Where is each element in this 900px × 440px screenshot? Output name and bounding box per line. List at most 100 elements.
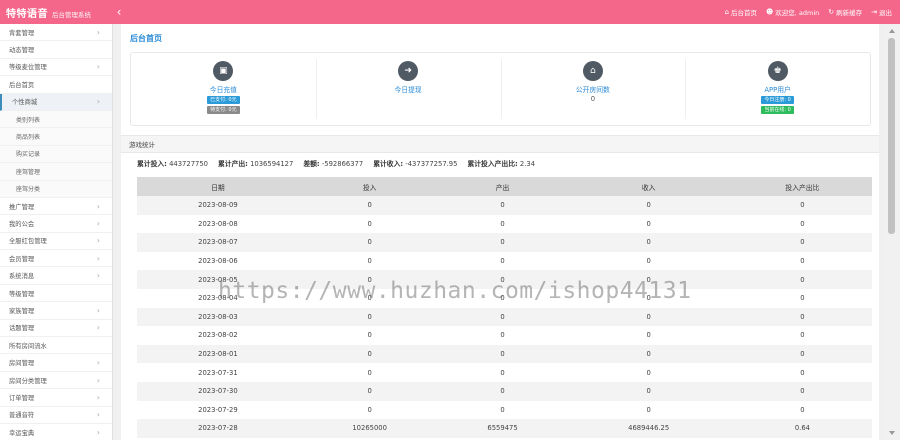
withdraw-icon: ➜ <box>398 61 419 81</box>
sidebar-subitem-vehicle-categories[interactable]: 座驾分类 <box>0 180 112 198</box>
user-icon: ♚ <box>767 61 788 81</box>
chevron-right-icon: › <box>96 375 100 385</box>
sidebar-item-promotion[interactable]: 推广管理 › <box>0 198 112 216</box>
sidebar-item-label: 我的公会 <box>9 220 35 228</box>
logout-link[interactable]: ⇥ 退出 <box>871 7 892 17</box>
sidebar-item-room-categories[interactable]: 房间分类管理 › <box>0 372 112 390</box>
sidebar-item-notes[interactable]: 普通音符 › <box>0 407 112 424</box>
refresh-cache-link[interactable]: ↻ 刷新缓存 <box>828 7 862 17</box>
logout-icon: ⇥ <box>871 8 877 16</box>
sidebar-item-label: 类别列表 <box>16 116 41 124</box>
sidebar-item-room-flows[interactable]: 所有房间流水 <box>0 337 112 355</box>
unpaid-badge: 待支付: 0元 <box>207 106 240 114</box>
table-row: 2023-08-03 0 0 0 0 <box>137 307 872 327</box>
user-link[interactable]: ☻ 欢迎您, admin <box>766 7 819 17</box>
brand[interactable]: 特特语音 后台管理系统 <box>0 5 112 20</box>
sidebar-item-label: 订单管理 <box>9 394 35 402</box>
chevron-right-icon: › <box>96 97 100 107</box>
sidebar-item-red-packets[interactable]: 全服红包管理 › <box>0 233 112 251</box>
sidebar-item-family[interactable]: 家族管理 › <box>0 302 112 320</box>
summary-total-income: 累计收入: -437377257.95 <box>373 160 458 168</box>
sidebar-item-label: 后台首页 <box>9 81 35 89</box>
sidebar-item-label: 家族管理 <box>9 307 35 315</box>
sidebar-item-guild[interactable]: 我的公会 › <box>0 215 112 233</box>
sidebar-item-mic-levels[interactable]: 等级麦位管理 › <box>0 59 112 77</box>
sidebar-item-dashboard[interactable]: 后台首页 <box>0 76 112 94</box>
page-scrollbar[interactable] <box>884 24 900 440</box>
table-row: 2023-08-02 0 0 0 0 <box>137 326 872 345</box>
online-now-badge: 当前在线: 0 <box>761 106 794 114</box>
col-output[interactable]: 产出 <box>440 177 565 196</box>
stat-card-public-rooms[interactable]: ⌂ 公开房间数 0 <box>500 53 686 125</box>
sidebar-subitem-vehicles[interactable]: 座驾管理 <box>0 163 112 181</box>
brand-name: 特特语音 <box>6 8 48 20</box>
chevron-right-icon: › <box>96 271 100 281</box>
logout-link-label: 退出 <box>879 9 892 17</box>
sidebar-subitem-categories[interactable]: 类别列表 <box>0 110 112 129</box>
sidebar-item-background-mgmt[interactable]: 背套管理 › <box>0 24 112 42</box>
chevron-right-icon: › <box>96 358 100 368</box>
sidebar-item-label: 座驾管理 <box>16 168 41 176</box>
stats-panel: ▣ 今日充值 已支付: 0元 待支付: 0元 ➜ 今日提现 ⌂ 公开房间数 0 … <box>130 52 871 126</box>
registered-today-badge: 今日注册: 0 <box>761 96 794 104</box>
table-row: 2023-08-05 0 0 0 0 <box>137 270 872 289</box>
col-income[interactable]: 收入 <box>564 177 733 196</box>
table-row: 2023-07-31 0 0 0 0 <box>137 363 872 382</box>
stat-card-today-recharge[interactable]: ▣ 今日充值 已支付: 0元 待支付: 0元 <box>131 53 316 125</box>
sidebar-item-label: 全服红包管理 <box>9 238 47 246</box>
col-date[interactable]: 日期 <box>137 177 299 196</box>
sidebar-item-levels[interactable]: 等级管理 <box>0 285 112 303</box>
table-row: 2023-08-09 0 0 0 0 <box>137 196 872 215</box>
chevron-right-icon: › <box>96 410 100 420</box>
stat-label: APP用户 <box>764 86 791 94</box>
sidebar-item-lucky[interactable]: 幸运宝典 › <box>0 424 112 440</box>
col-input[interactable]: 投入 <box>298 177 441 196</box>
paid-badge: 已支付: 0元 <box>207 96 240 104</box>
sidebar-item-system-messages[interactable]: 系统消息 › <box>0 267 112 285</box>
sidebar-item-label: 等级管理 <box>9 290 35 298</box>
sidebar-subitem-products[interactable]: 商品列表 <box>0 128 112 146</box>
scroll-down-icon[interactable] <box>889 431 895 435</box>
scrollbar-thumb[interactable] <box>888 38 895 234</box>
chevron-left-icon[interactable]: ‹ <box>112 5 126 19</box>
sidebar-item-label: 所有房间流水 <box>9 342 47 350</box>
stat-label: 今日提现 <box>394 86 422 94</box>
table-row: 2023-08-04 0 0 0 0 <box>137 288 872 308</box>
sidebar-item-label: 房间管理 <box>9 360 35 368</box>
chevron-right-icon: › <box>96 427 100 437</box>
summary-difference: 差额: -592866377 <box>303 160 364 168</box>
home-link[interactable]: ⌂ 后台首页 <box>724 7 756 17</box>
scroll-up-icon[interactable] <box>889 29 895 33</box>
sidebar-item-orders[interactable]: 订单管理 › <box>0 389 112 407</box>
col-ratio[interactable]: 投入产出比 <box>732 177 872 196</box>
refresh-link-label: 刷新缓存 <box>836 9 863 17</box>
home-icon: ⌂ <box>724 8 729 16</box>
page-title: 后台首页 <box>130 34 162 43</box>
sidebar-item-shop[interactable]: 个性商城 › <box>0 93 112 111</box>
section-title: 游戏统计 <box>121 135 879 153</box>
chevron-right-icon: › <box>96 392 100 402</box>
users-icon: ☻ <box>765 8 774 16</box>
sidebar-item-members[interactable]: 会员管理 › <box>0 250 112 268</box>
sidebar-item-rooms[interactable]: 房间管理 › <box>0 354 112 372</box>
sidebar-item-label: 推广管理 <box>9 203 35 211</box>
chevron-right-icon: › <box>96 62 100 72</box>
sidebar-item-label: 座驾分类 <box>16 186 41 194</box>
table-row: 2023-07-29 0 0 0 0 <box>137 400 872 420</box>
game-stats-table: 日期 投入 产出 收入 投入产出比 2023-08-09 0 0 0 0 2023-08… <box>137 177 872 438</box>
chevron-right-icon: › <box>96 236 100 246</box>
main-content: 后台首页 ▣ 今日充值 已支付: 0元 待支付: 0元 ➜ 今日提现 ⌂ 公开房… <box>121 24 879 440</box>
summary-total-input: 累计投入: 443727750 <box>137 160 208 168</box>
house-icon: ⌂ <box>582 61 603 81</box>
stat-card-app-users[interactable]: ♚ APP用户 今日注册: 0 当前在线: 0 <box>685 53 870 125</box>
sidebar-item-moments[interactable]: 动态管理 <box>0 41 112 59</box>
sidebar-subitem-purchases[interactable]: 购买记录 <box>0 145 112 164</box>
stat-label: 今日充值 <box>209 86 237 94</box>
chevron-right-icon: › <box>96 305 100 315</box>
table-row: 2023-08-07 0 0 0 0 <box>137 233 872 252</box>
stat-card-today-withdraw[interactable]: ➜ 今日提现 <box>315 53 501 125</box>
sidebar-item-label: 房间分类管理 <box>9 377 47 385</box>
top-header: 特特语音 后台管理系统 ‹ ⌂ 后台首页 ☻ 欢迎您, admin ↻ 刷新缓存 ⇥ 退… <box>0 0 900 24</box>
sidebar-item-topics[interactable]: 话题管理 › <box>0 320 112 338</box>
sidebar-item-label: 商品列表 <box>16 134 41 142</box>
